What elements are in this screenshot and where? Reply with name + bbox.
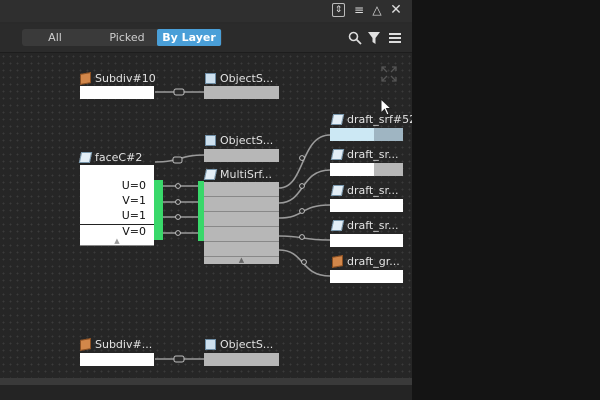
horizontal-scrollbar[interactable]: [0, 378, 412, 385]
row-divider: [204, 226, 279, 227]
node-objectsource-body[interactable]: [204, 86, 279, 99]
node-draft2-title[interactable]: draft_sr...: [330, 148, 399, 162]
node-objectsource2-title[interactable]: ObjectS...: [205, 134, 273, 148]
node-draft1-title[interactable]: draft_srf#523: [330, 113, 412, 127]
node-draft3-body[interactable]: [330, 199, 403, 212]
draft-surface-icon: [330, 114, 345, 125]
node-label: draft_gr...: [347, 255, 400, 268]
node-draft2-body-right[interactable]: [374, 163, 403, 176]
multi-surface-icon: [203, 169, 218, 180]
object-source-icon: [205, 339, 216, 350]
node-label: faceC#2: [95, 151, 143, 164]
node-label: ObjectS...: [220, 72, 274, 85]
node-draft2-body[interactable]: [330, 163, 374, 176]
outside-area: [412, 0, 600, 400]
node-subdiv2-title[interactable]: Subdiv#...: [80, 338, 152, 352]
node-draft4-title[interactable]: draft_sr...: [330, 219, 399, 233]
facec-row-v0[interactable]: V=0: [122, 225, 146, 238]
node-objectsource2-body[interactable]: [204, 149, 279, 162]
row-divider: [204, 196, 279, 197]
node-draftgroup-title[interactable]: draft_gr...: [332, 255, 400, 269]
node-draftgroup-body[interactable]: [330, 270, 403, 283]
node-multisrf-body[interactable]: ▲: [204, 182, 279, 264]
facec-row-u0[interactable]: U=0: [122, 179, 146, 192]
node-draft3-title[interactable]: draft_sr...: [330, 184, 399, 198]
wire-draft1: [278, 134, 331, 189]
draft-surface-icon: [330, 149, 345, 160]
object-source-icon: [205, 73, 216, 84]
node-subdiv-title[interactable]: Subdiv#10: [80, 72, 156, 86]
node-multisrf-title[interactable]: MultiSrf...: [203, 168, 272, 182]
node-editor-panel: ⇕ ≡ △ ✕ All Picked By Layer Subdiv#10 Ob…: [0, 0, 412, 400]
subdiv-cube-icon: [80, 338, 91, 351]
node-label: draft_sr...: [347, 148, 399, 161]
facec-row-v1[interactable]: V=1: [122, 194, 146, 207]
expand-view-icon[interactable]: [381, 66, 397, 82]
expand-handle-icon[interactable]: ▲: [80, 238, 154, 245]
row-divider: [204, 241, 279, 242]
node-draft4-body[interactable]: [330, 234, 403, 247]
node-subdiv2-body[interactable]: [80, 353, 154, 366]
node-label: ObjectS...: [220, 338, 274, 351]
draft-surface-icon: [330, 185, 345, 196]
draft-group-icon: [332, 255, 343, 268]
draft-surface-icon: [330, 220, 345, 231]
node-objectsource-title[interactable]: ObjectS...: [205, 72, 273, 86]
facec-row-u1[interactable]: U=1: [122, 209, 146, 222]
node-label: ObjectS...: [220, 134, 274, 147]
node-label: Subdiv#...: [95, 338, 153, 351]
node-label: draft_sr...: [347, 219, 399, 232]
node-draft1-body-right[interactable]: [374, 128, 403, 141]
facec-output-ports[interactable]: [154, 180, 163, 240]
panel-footer: [0, 385, 412, 400]
node-label: draft_sr...: [347, 184, 399, 197]
node-draft1-body[interactable]: [330, 128, 374, 141]
node-subdiv-body[interactable]: [80, 86, 154, 99]
row-divider: [204, 211, 279, 212]
node-objectsource3-title[interactable]: ObjectS...: [205, 338, 273, 352]
node-facec-title[interactable]: faceC#2: [78, 151, 143, 165]
node-facec-body[interactable]: U=0 V=1 U=1 V=0 ▲: [80, 165, 154, 246]
expand-handle-icon[interactable]: ▲: [204, 257, 279, 264]
subdiv-cube-icon: [80, 72, 91, 85]
face-curve-icon: [78, 152, 93, 163]
node-label: MultiSrf...: [220, 168, 272, 181]
mouse-cursor-icon: [380, 97, 393, 116]
node-objectsource3-body[interactable]: [204, 353, 279, 366]
object-source-icon: [205, 135, 216, 146]
node-label: Subdiv#10: [95, 72, 156, 85]
